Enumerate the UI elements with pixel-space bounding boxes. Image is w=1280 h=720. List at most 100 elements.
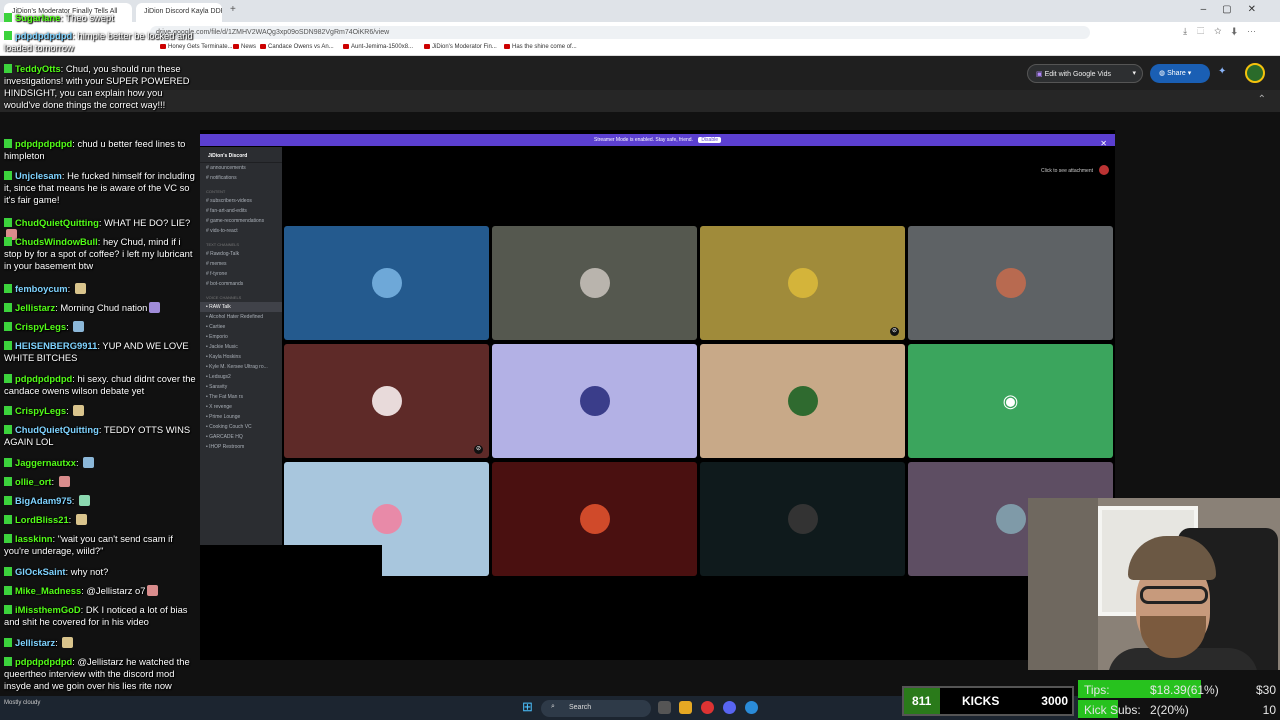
new-tab-icon[interactable]: + [230, 4, 236, 15]
discord-channel-list: JiDion's Discord # announcements # notifi… [200, 147, 282, 547]
channel-item[interactable]: # fan-art-and-edits [200, 206, 282, 216]
discord-icon[interactable] [723, 701, 736, 714]
chat-username[interactable]: femboycum [15, 283, 68, 294]
channel-item[interactable]: # f-tyrone [200, 269, 282, 279]
extension-icons[interactable]: ⤓⬚☆⬇⋯ [1183, 26, 1266, 37]
bookmark-item[interactable]: News [233, 44, 256, 50]
participant-tile[interactable] [284, 226, 489, 340]
channel-item[interactable]: • Alcohol Hater Redefined [200, 312, 282, 322]
bookmark-item[interactable]: Aunt-Jemima-1500x8... [343, 44, 413, 50]
chat-username[interactable]: CrispyLegs [15, 321, 66, 332]
chat-message: Sugarlane: Theo swept [4, 12, 196, 24]
url-field[interactable]: drive.google.com/file/d/1ZMHV2WAQg3xp09o… [150, 26, 1090, 39]
chat-username[interactable]: pdpdpdpdpd [15, 30, 72, 41]
share-button[interactable]: ◍ Share ▾ [1150, 64, 1210, 83]
close-icon[interactable]: ✕ [1100, 139, 1107, 148]
chat-username[interactable]: Mike_Madness [15, 585, 81, 596]
chat-username[interactable]: LordBliss21 [15, 514, 69, 525]
chat-username[interactable]: ollie_ort [15, 476, 51, 487]
chat-username[interactable]: BigAdam975 [15, 495, 72, 506]
chat-username[interactable]: pdpdpdpdpd [15, 373, 72, 384]
chat-username[interactable]: iMissthemGoD [15, 604, 81, 615]
window-controls[interactable]: –▢✕ [1201, 4, 1272, 15]
channel-item[interactable]: • Cartiee [200, 322, 282, 332]
channel-item[interactable]: • Cooking Couch VC [200, 422, 282, 432]
participant-tile[interactable] [700, 344, 905, 458]
channel-item[interactable]: • X revenge [200, 402, 282, 412]
channel-item[interactable]: • GARCADE HQ [200, 432, 282, 442]
participant-tile[interactable]: ⊘ [284, 344, 489, 458]
chat-separator: : [51, 476, 57, 487]
disable-button[interactable]: Disable [698, 137, 722, 143]
channel-item[interactable]: # subscribers-videos [200, 196, 282, 206]
chat-username[interactable]: GlOckSaint [15, 566, 66, 577]
subscriber-badge-icon [4, 425, 12, 434]
chat-username[interactable]: ChudsWindowBull [15, 236, 98, 247]
channel-item[interactable]: • The Fat Man rs [200, 392, 282, 402]
channel-item[interactable]: # announcements [200, 163, 282, 173]
chevron-up-icon[interactable]: ⌃ [1258, 94, 1266, 105]
chat-username[interactable]: TeddyOtts [15, 63, 61, 74]
tips-row: Tips: $18.39(61%) $30 [1078, 680, 1280, 698]
taskbar-search[interactable]: ⌕ Search [541, 700, 651, 717]
channel-item[interactable]: # Rawdog-Talk [200, 249, 282, 259]
chat-username[interactable]: HEISENBERG9911 [15, 340, 97, 351]
weather-widget[interactable]: Mostly cloudy [4, 700, 40, 706]
participant-tile[interactable] [492, 226, 697, 340]
participant-tile[interactable] [492, 462, 697, 576]
chrome-icon[interactable] [701, 701, 714, 714]
channel-item[interactable]: • Saravity [200, 382, 282, 392]
chat-username[interactable]: ChudQuietQuitting [15, 217, 99, 228]
channel-item[interactable]: • Prime Lounge [200, 412, 282, 422]
chat-username[interactable]: Unjclesam [15, 170, 62, 181]
chat-username[interactable]: pdpdpdpdpd [15, 138, 72, 149]
kicks-label: KICKS [962, 694, 1000, 708]
account-avatar[interactable] [1245, 63, 1265, 83]
chat-username[interactable]: Jellistarz [15, 637, 55, 648]
channel-item[interactable]: • Jackie Music [200, 342, 282, 352]
app-icon[interactable] [745, 701, 758, 714]
channel-item[interactable]: • Emporio [200, 332, 282, 342]
channel-item[interactable]: • Kyle M. Kersee Ultrag ro... [200, 362, 282, 372]
channel-item[interactable]: # bot-commands [200, 279, 282, 289]
channel-item[interactable]: • Kayla Hoskins [200, 352, 282, 362]
chat-username[interactable]: ChudQuietQuitting [15, 424, 99, 435]
subscriber-badge-icon [4, 218, 12, 227]
server-name[interactable]: JiDion's Discord [200, 147, 282, 163]
participant-tile[interactable] [908, 226, 1113, 340]
channel-item[interactable]: # notifications [200, 173, 282, 183]
chat-username[interactable]: Jaggernautxx [15, 457, 76, 468]
bookmark-item[interactable]: Has the shine come of... [504, 44, 577, 50]
tips-label: Tips: [1084, 683, 1110, 697]
chat-username[interactable]: lasskinn [15, 533, 53, 544]
channel-item[interactable]: # memes [200, 259, 282, 269]
channel-item[interactable]: # game-recommendations [200, 216, 282, 226]
bookmark-item[interactable]: Candace Owens vs An... [260, 44, 334, 50]
file-explorer-icon[interactable] [679, 701, 692, 714]
chat-message: iMissthemGoD: DK I noticed a lot of bias… [4, 604, 196, 628]
chat-username[interactable]: pdpdpdpdpd [15, 656, 72, 667]
chat-username[interactable]: CrispyLegs [15, 405, 66, 416]
channel-item[interactable]: • RAW Talk [200, 302, 282, 312]
participant-tile[interactable]: ⊘ [700, 226, 905, 340]
channel-item[interactable]: • IHOP Restroom [200, 442, 282, 452]
task-view-icon[interactable] [658, 701, 671, 714]
edit-with-vids-button[interactable]: ▣ Edit with Google Vids ▾ [1027, 64, 1143, 83]
channel-item[interactable]: # vids-to-react [200, 226, 282, 236]
video-player[interactable]: Streamer Mode is enabled. Stay safe, fri… [200, 130, 1115, 660]
participant-tile[interactable] [700, 462, 905, 576]
participant-tile[interactable] [492, 344, 697, 458]
chat-message: TeddyOtts: Chud, you should run these in… [4, 63, 196, 111]
chat-separator: : [71, 495, 78, 506]
chat-message: ChudsWindowBull: hey Chud, mind if i sto… [4, 236, 196, 272]
chat-username[interactable]: Sugarlane [15, 12, 60, 23]
channel-item[interactable]: • Ledsugs2 [200, 372, 282, 382]
windows-start-icon[interactable]: ⊞ [522, 700, 534, 713]
user-avatar-icon[interactable] [1099, 165, 1109, 175]
participant-tile[interactable]: ◉ [908, 344, 1113, 458]
gemini-icon[interactable]: ✦ [1218, 66, 1226, 77]
chat-username[interactable]: Jellistarz [15, 302, 55, 313]
bookmark-item[interactable]: JiDion's Moderator Fin... [424, 44, 497, 50]
chevron-down-icon[interactable]: ▾ [1132, 69, 1136, 77]
attachment-hint[interactable]: Click to see attachment [1041, 168, 1093, 174]
